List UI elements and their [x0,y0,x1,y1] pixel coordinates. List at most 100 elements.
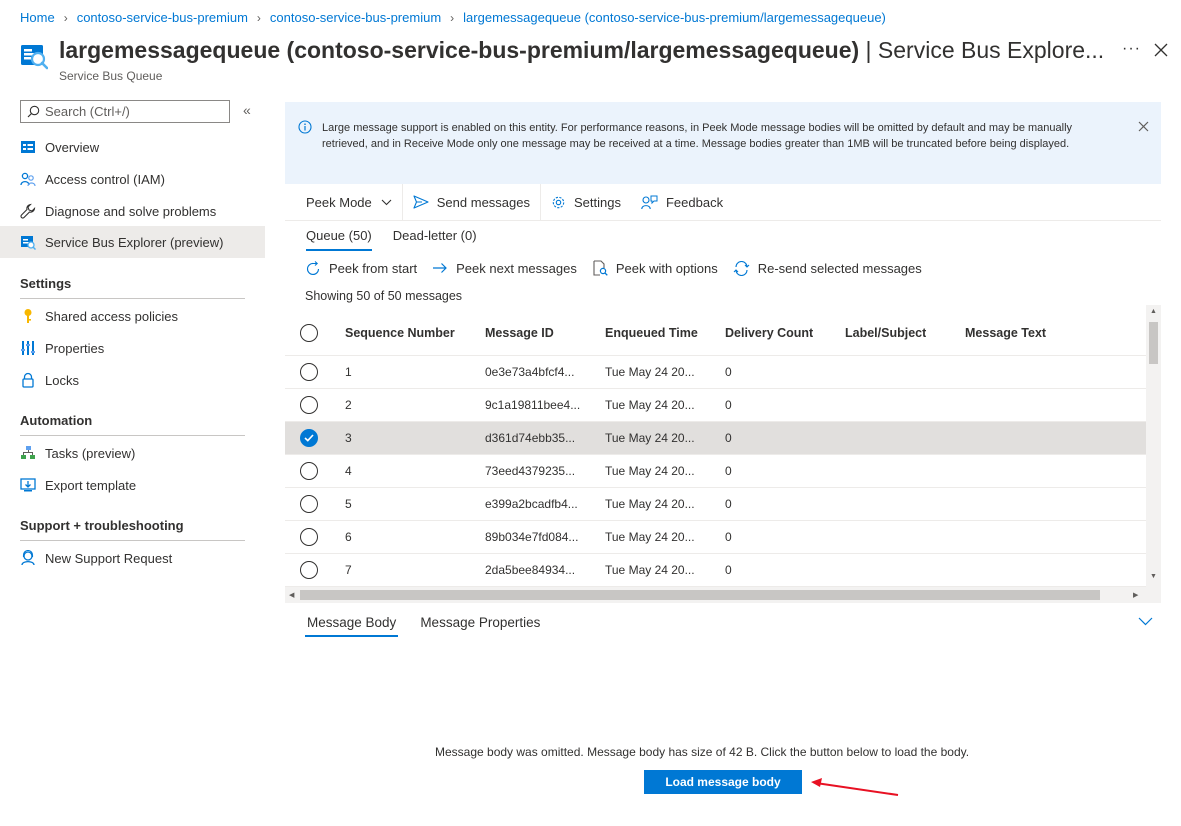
breadcrumb-namespace-2[interactable]: contoso-service-bus-premium [270,10,441,25]
load-message-body-button[interactable]: Load message body [644,770,802,794]
column-header-message-text[interactable]: Message Text [965,326,1046,340]
command-bar: Peek Mode Send messages Settings Feedbac… [285,183,1161,221]
peek-from-start-button[interactable]: Peek from start [306,260,417,276]
sidebar-item-export-template[interactable]: Export template [0,469,265,501]
message-id-cell: 2da5bee84934... [485,563,576,577]
dismiss-banner-close-icon[interactable] [1138,121,1149,132]
properties-icon [20,340,36,356]
enqueued-time-cell: Tue May 24 20... [605,530,695,544]
sidebar-item-label: Export template [45,477,137,493]
scroll-left-arrow-icon[interactable]: ◀ [289,591,294,599]
peek-next-messages-button[interactable]: Peek next messages [432,260,577,276]
row-radio[interactable] [300,363,318,381]
settings-button[interactable]: Settings [541,184,631,221]
tab-queue[interactable]: Queue (50) [306,228,372,251]
column-header-sequence-number[interactable]: Sequence Number [345,326,455,340]
sidebar-item-shared-access-policies[interactable]: Shared access policies [0,300,265,332]
breadcrumb-home[interactable]: Home [20,10,55,25]
resend-selected-messages-button[interactable]: Re-send selected messages [733,260,922,276]
table-row[interactable]: 1 0e3e73a4bfcf4... Tue May 24 20... 0 [285,356,1146,389]
key-icon [20,308,36,324]
vertical-scrollbar-thumb[interactable] [1149,322,1158,364]
column-header-delivery-count[interactable]: Delivery Count [725,326,813,340]
sidebar-item-label: Properties [45,340,105,356]
scroll-right-arrow-icon[interactable]: ▶ [1133,591,1138,599]
delivery-count-cell: 0 [725,563,732,577]
delivery-count-cell: 0 [725,398,732,412]
info-banner: Large message support is enabled on this… [285,102,1161,184]
annotation-arrow [808,775,903,801]
enqueued-time-cell: Tue May 24 20... [605,365,695,379]
service-bus-explorer-icon [20,234,36,250]
breadcrumb-queue[interactable]: largemessagequeue (contoso-service-bus-p… [463,10,886,25]
page-title: largemessagequeue (contoso-service-bus-p… [59,37,1104,64]
sidebar-item-tasks[interactable]: Tasks (preview) [0,437,265,469]
section-automation: Automation [20,413,245,436]
search-box[interactable] [20,100,230,123]
sidebar-item-overview[interactable]: Overview [0,131,265,163]
table-row[interactable]: 3 d361d74ebb35... Tue May 24 20... 0 [285,422,1146,455]
breadcrumb-namespace[interactable]: contoso-service-bus-premium [77,10,248,25]
row-radio[interactable] [300,528,318,546]
table-row[interactable]: 4 73eed4379235... Tue May 24 20... 0 [285,455,1146,488]
sidebar-item-service-bus-explorer[interactable]: Service Bus Explorer (preview) [0,226,265,258]
peek-with-options-button[interactable]: Peek with options [592,260,718,276]
sidebar-item-access-control[interactable]: Access control (IAM) [0,163,265,195]
select-all-radio[interactable] [300,324,318,342]
row-radio[interactable] [300,462,318,480]
sidebar-item-label: Locks [45,372,79,388]
table-row[interactable]: 5 e399a2bcadfb4... Tue May 24 20... 0 [285,488,1146,521]
table-row[interactable]: 7 2da5bee84934... Tue May 24 20... 0 [285,554,1146,587]
row-radio[interactable] [300,396,318,414]
column-header-label-subject[interactable]: Label/Subject [845,326,926,340]
sidebar-item-properties[interactable]: Properties [0,332,265,364]
vertical-scrollbar[interactable]: ▲ ▼ [1146,305,1161,587]
scroll-up-arrow-icon[interactable]: ▲ [1150,308,1157,315]
row-radio[interactable] [300,495,318,513]
feedback-button[interactable]: Feedback [631,184,733,221]
column-header-enqueued-time[interactable]: Enqueued Time [605,326,698,340]
delivery-count-cell: 0 [725,365,732,379]
expand-chevron-down-icon[interactable] [1138,617,1153,626]
collapse-sidebar-button[interactable]: « [243,102,251,118]
enqueued-time-cell: Tue May 24 20... [605,563,695,577]
sidebar-item-label: Overview [45,139,100,155]
send-messages-button[interactable]: Send messages [403,184,540,221]
lock-icon [20,372,36,388]
checkmark-icon [304,434,314,442]
horizontal-scrollbar-thumb[interactable] [300,590,1100,600]
sidebar-item-diagnose[interactable]: Diagnose and solve problems [0,195,265,227]
section-support: Support + troubleshooting [20,518,245,541]
enqueued-time-cell: Tue May 24 20... [605,464,695,478]
message-id-cell: 0e3e73a4bfcf4... [485,365,575,379]
sequence-number-cell: 6 [345,530,352,544]
peek-mode-label: Peek Mode [306,194,372,210]
feedback-label: Feedback [665,194,724,210]
horizontal-scrollbar[interactable]: ◀ ▶ [285,587,1146,603]
scroll-down-arrow-icon[interactable]: ▼ [1150,573,1157,580]
wrench-icon [20,203,36,219]
tab-dead-letter[interactable]: Dead-letter (0) [393,228,477,251]
delivery-count-cell: 0 [725,497,732,511]
gear-icon [551,195,566,210]
overview-icon [20,139,36,155]
peek-mode-dropdown[interactable]: Peek Mode [285,184,402,221]
column-header-message-id[interactable]: Message ID [485,326,554,340]
delivery-count-cell: 0 [725,530,732,544]
search-input[interactable] [45,104,225,119]
message-id-cell: 9c1a19811bee4... [485,398,581,412]
resend-icon [733,260,750,276]
sidebar-item-new-support-request[interactable]: New Support Request [0,542,265,574]
row-radio[interactable] [300,561,318,579]
enqueued-time-cell: Tue May 24 20... [605,497,695,511]
tab-message-body[interactable]: Message Body [305,615,399,637]
row-radio-checked[interactable] [300,429,318,447]
close-icon[interactable] [1153,42,1169,58]
table-row[interactable]: 2 9c1a19811bee4... Tue May 24 20... 0 [285,389,1146,422]
table-row[interactable]: 6 89b034e7fd084... Tue May 24 20... 0 [285,521,1146,554]
more-options-button[interactable]: ··· [1122,40,1141,58]
tab-message-properties[interactable]: Message Properties [418,615,542,637]
arrow-right-icon [432,262,448,274]
people-icon [20,171,36,187]
sidebar-item-locks[interactable]: Locks [0,364,265,396]
